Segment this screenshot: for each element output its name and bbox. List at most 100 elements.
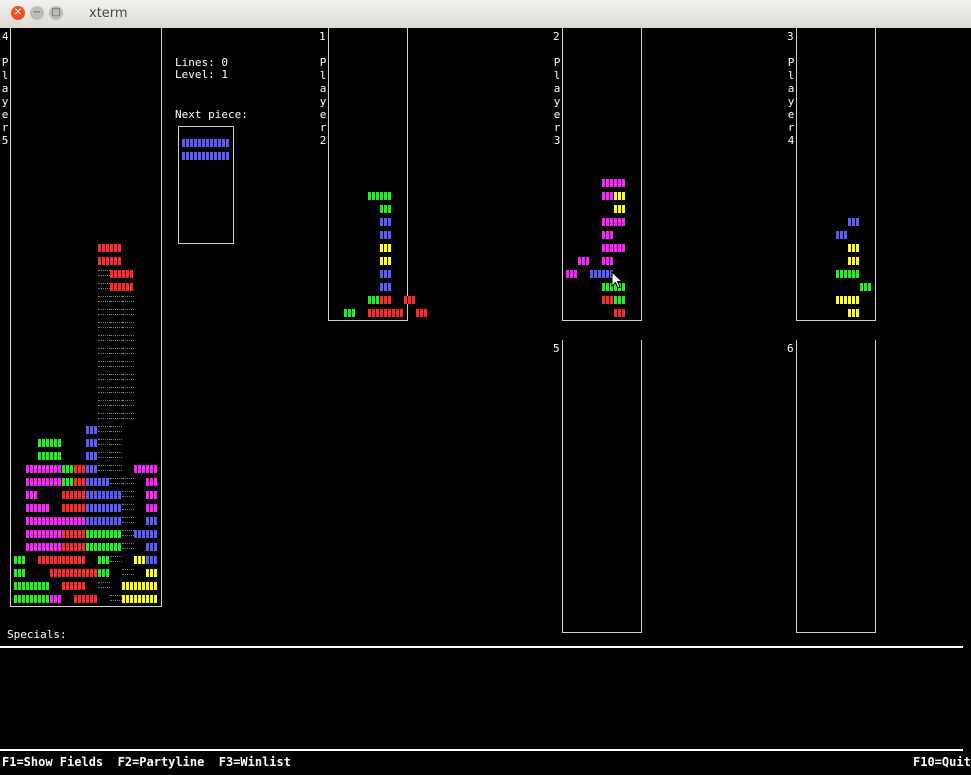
block-cell: [50, 569, 62, 577]
block-cell: [110, 530, 122, 538]
block-cell: [182, 139, 194, 147]
block-cell: [110, 439, 122, 445]
block-cell: [122, 322, 134, 328]
block-cell: [110, 400, 122, 406]
block-cell: [134, 530, 146, 538]
block-cell: [110, 452, 122, 458]
block-cell: [98, 478, 110, 486]
block-cell: [38, 504, 50, 512]
block-cell: [74, 465, 86, 473]
block-cell: [122, 283, 134, 291]
block-cell: [98, 452, 110, 458]
terminal-area[interactable]: 4 Player5 Lines: 0 Level: 1 Next piece: …: [0, 28, 971, 775]
block-cell: [86, 569, 98, 577]
maximize-window-button[interactable]: □: [49, 6, 63, 20]
block-cell: [122, 309, 134, 315]
block-cell: [848, 218, 860, 226]
block-cell: [182, 152, 194, 160]
player4-playfield: [796, 28, 876, 321]
block-cell: [380, 205, 392, 213]
block-cell: [98, 439, 110, 445]
block-cell: [98, 335, 110, 341]
field-number-6: 6: [787, 342, 794, 355]
minimize-window-button[interactable]: −: [30, 6, 44, 20]
block-cell: [38, 595, 50, 603]
block-cell: [122, 517, 134, 523]
block-cell: [122, 400, 134, 406]
block-cell: [110, 556, 122, 562]
block-cell: [110, 374, 122, 380]
block-cell: [26, 504, 38, 512]
block-cell: [62, 530, 74, 538]
block-cell: [14, 556, 26, 564]
block-cell: [26, 478, 38, 486]
block-cell: [26, 595, 38, 603]
block-cell: [38, 556, 50, 564]
block-cell: [38, 439, 50, 447]
block-cell: [122, 348, 134, 354]
block-cell: [74, 478, 86, 486]
block-cell: [146, 543, 158, 551]
block-cell: [38, 478, 50, 486]
block-cell: [50, 543, 62, 551]
block-cell: [122, 582, 134, 590]
block-cell: [134, 556, 146, 564]
block-cell: [848, 257, 860, 265]
block-cell: [110, 426, 122, 432]
block-cell: [50, 517, 62, 525]
field-number-main: 4: [2, 30, 9, 43]
block-cell: [74, 491, 86, 499]
block-cell: [86, 465, 98, 473]
field-label-2: Player3: [553, 56, 561, 147]
block-cell: [122, 530, 134, 536]
block-cell: [614, 179, 626, 187]
block-cell: [110, 491, 122, 499]
close-window-button[interactable]: ✕: [11, 6, 25, 20]
block-cell: [146, 556, 158, 564]
block-cell: [614, 192, 626, 200]
block-cell: [74, 530, 86, 538]
block-cell: [50, 452, 62, 460]
block-cell: [122, 374, 134, 380]
block-cell: [38, 582, 50, 590]
block-cell: [38, 543, 50, 551]
block-cell: [122, 504, 134, 510]
specials-label: Specials:: [7, 628, 67, 641]
main-playfield: [10, 28, 162, 607]
block-cell: [122, 491, 134, 497]
block-cell: [98, 504, 110, 512]
block-cell: [110, 361, 122, 367]
block-cell: [836, 270, 848, 278]
block-cell: [122, 543, 134, 549]
block-cell: [74, 543, 86, 551]
block-cell: [50, 595, 62, 603]
block-cell: [848, 296, 860, 304]
block-cell: [38, 517, 50, 525]
block-cell: [98, 400, 110, 406]
block-cell: [50, 478, 62, 486]
block-cell: [110, 543, 122, 551]
block-cell: [98, 556, 110, 564]
block-cell: [98, 426, 110, 432]
partyline-area[interactable]: [0, 648, 963, 748]
block-cell: [110, 478, 122, 484]
block-cell: [50, 439, 62, 447]
block-cell: [566, 270, 578, 278]
block-cell: [380, 257, 392, 265]
block-cell: [194, 152, 206, 160]
block-cell: [110, 387, 122, 393]
block-cell: [848, 270, 860, 278]
block-cell: [134, 465, 146, 473]
block-cell: [122, 595, 134, 603]
block-cell: [614, 296, 626, 304]
block-cell: [62, 478, 74, 486]
block-cell: [62, 569, 74, 577]
block-cell: [50, 530, 62, 538]
block-cell: [218, 139, 230, 147]
block-cell: [86, 530, 98, 538]
quit-key-hint: F10=Quit: [913, 755, 971, 769]
block-cell: [110, 296, 122, 302]
block-cell: [602, 257, 614, 265]
block-cell: [218, 152, 230, 160]
block-cell: [98, 296, 110, 302]
